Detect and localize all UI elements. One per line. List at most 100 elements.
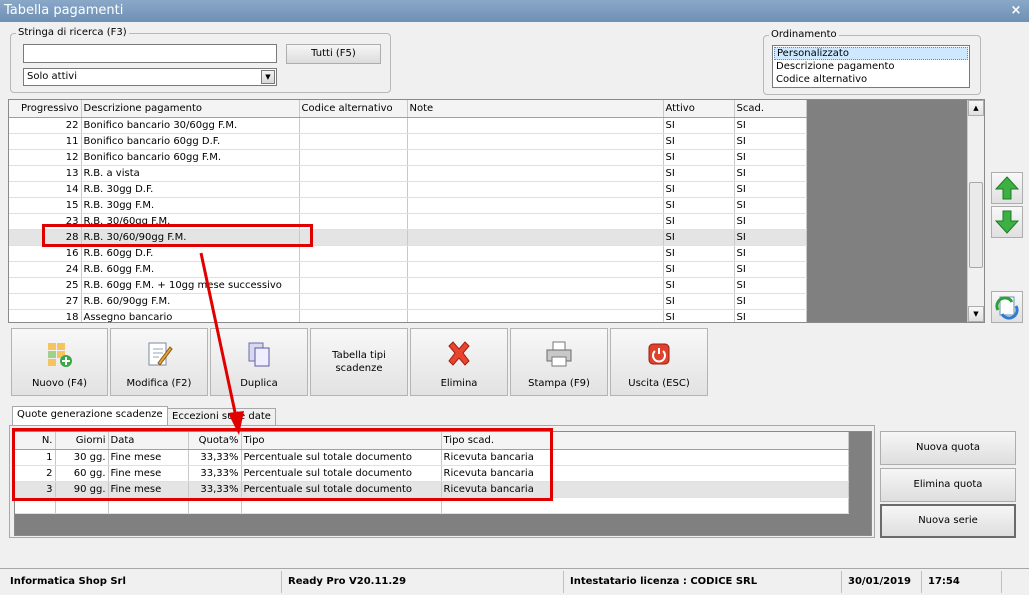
exit-button[interactable]: Uscita (ESC): [610, 328, 708, 396]
grid-cell[interactable]: 13: [9, 165, 82, 182]
grid-cell[interactable]: 25: [9, 277, 82, 294]
grid-cell[interactable]: [407, 133, 664, 150]
grid-col-header[interactable]: Note: [407, 100, 664, 118]
grid-cell[interactable]: [299, 309, 408, 322]
deadline-types-button[interactable]: Tabella tipi scadenze: [310, 328, 408, 396]
grid-cell[interactable]: SI: [663, 197, 735, 214]
grid-cell[interactable]: Bonifico bancario 60gg F.M.: [81, 149, 300, 166]
grid-cell[interactable]: SI: [663, 181, 735, 198]
grid-cell[interactable]: [407, 181, 664, 198]
grid-row[interactable]: 13 R.B. a vista SI SI: [9, 165, 807, 182]
grid-cell[interactable]: SI: [734, 165, 807, 182]
grid-cell[interactable]: [407, 165, 664, 182]
new-button[interactable]: Nuovo (F4): [11, 328, 108, 396]
grid-cell[interactable]: [407, 277, 664, 294]
grid-row[interactable]: 25 R.B. 60gg F.M. + 10gg mese successivo S…: [9, 277, 807, 294]
grid-cell[interactable]: [299, 149, 408, 166]
grid-cell[interactable]: SI: [734, 229, 807, 246]
grid-cell[interactable]: Bonifico bancario 30/60gg F.M.: [81, 117, 300, 134]
grid-col-header[interactable]: Attivo: [663, 100, 735, 118]
grid-cell[interactable]: [407, 229, 664, 246]
delete-button[interactable]: Elimina: [410, 328, 508, 396]
grid-cell[interactable]: R.B. 30gg D.F.: [81, 181, 300, 198]
grid-cell[interactable]: SI: [663, 165, 735, 182]
grid-row[interactable]: 12 Bonifico bancario 60gg F.M. SI SI: [9, 149, 807, 166]
grid-row[interactable]: 14 R.B. 30gg D.F. SI SI: [9, 181, 807, 198]
new-series-button[interactable]: Nuova serie: [880, 504, 1016, 538]
new-quota-button[interactable]: Nuova quota: [880, 431, 1016, 465]
grid-cell[interactable]: SI: [734, 309, 807, 322]
grid-cell[interactable]: SI: [663, 133, 735, 150]
close-icon[interactable]: ×: [1009, 4, 1023, 18]
move-up-button[interactable]: [991, 172, 1023, 204]
grid-cell[interactable]: SI: [734, 149, 807, 166]
tab-quotas[interactable]: Quote generazione scadenze: [12, 406, 168, 425]
grid-cell[interactable]: [299, 229, 408, 246]
grid-cell[interactable]: [299, 165, 408, 182]
grid-cell[interactable]: 15: [9, 197, 82, 214]
grid-cell[interactable]: [407, 117, 664, 134]
grid-row[interactable]: 22 Bonifico bancario 30/60gg F.M. SI SI: [9, 117, 807, 134]
grid-cell[interactable]: SI: [663, 261, 735, 278]
grid-cell[interactable]: SI: [734, 261, 807, 278]
delete-quota-button[interactable]: Elimina quota: [880, 468, 1016, 502]
ordering-listbox[interactable]: Personalizzato Descrizione pagamento Cod…: [772, 45, 970, 88]
grid-cell[interactable]: SI: [734, 197, 807, 214]
scroll-down-icon[interactable]: ▼: [968, 306, 984, 322]
grid-cell[interactable]: [299, 117, 408, 134]
grid-cell[interactable]: [407, 245, 664, 262]
grid-cell[interactable]: [407, 293, 664, 310]
filter-select[interactable]: Solo attivi ▼: [23, 68, 277, 86]
ordering-option-description[interactable]: Descrizione pagamento: [774, 60, 968, 73]
grid-cell[interactable]: [299, 181, 408, 198]
scroll-thumb[interactable]: [969, 182, 983, 268]
grid-cell[interactable]: 11: [9, 133, 82, 150]
grid-cell[interactable]: SI: [663, 229, 735, 246]
grid-cell[interactable]: 12: [9, 149, 82, 166]
grid-row[interactable]: 16 R.B. 60gg D.F. SI SI: [9, 245, 807, 262]
grid-row[interactable]: 27 R.B. 60/90gg F.M. SI SI: [9, 293, 807, 310]
grid-cell[interactable]: R.B. 30gg F.M.: [81, 197, 300, 214]
ordering-option-alt-code[interactable]: Codice alternativo: [774, 73, 968, 86]
grid-cell[interactable]: [407, 213, 664, 230]
refresh-button[interactable]: [991, 291, 1023, 323]
grid-scrollbar[interactable]: ▲ ▼: [967, 100, 984, 322]
grid-col-header[interactable]: Codice alternativo: [299, 100, 408, 118]
search-input[interactable]: [23, 44, 277, 63]
grid-cell[interactable]: 27: [9, 293, 82, 310]
grid-cell[interactable]: SI: [734, 181, 807, 198]
scroll-up-icon[interactable]: ▲: [968, 100, 984, 116]
grid-cell[interactable]: SI: [663, 117, 735, 134]
grid-col-header[interactable]: Descrizione pagamento: [81, 100, 300, 118]
grid-cell[interactable]: SI: [734, 133, 807, 150]
grid-col-header[interactable]: Progressivo: [9, 100, 82, 118]
grid-cell[interactable]: [299, 277, 408, 294]
grid-cell[interactable]: SI: [734, 245, 807, 262]
grid-cell[interactable]: SI: [663, 277, 735, 294]
grid-cell[interactable]: [407, 261, 664, 278]
grid-col-header[interactable]: Scad.: [734, 100, 807, 118]
all-button[interactable]: Tutti (F5): [286, 44, 381, 64]
chevron-down-icon[interactable]: ▼: [261, 70, 275, 84]
grid-cell[interactable]: SI: [663, 149, 735, 166]
grid-cell[interactable]: 14: [9, 181, 82, 198]
grid-cell[interactable]: [299, 261, 408, 278]
ordering-option-custom[interactable]: Personalizzato: [774, 47, 968, 60]
move-down-button[interactable]: [991, 206, 1023, 238]
grid-row[interactable]: 15 R.B. 30gg F.M. SI SI: [9, 197, 807, 214]
grid-cell[interactable]: R.B. a vista: [81, 165, 300, 182]
grid-cell[interactable]: [407, 149, 664, 166]
grid-cell[interactable]: 22: [9, 117, 82, 134]
grid-cell[interactable]: SI: [734, 213, 807, 230]
grid-cell[interactable]: SI: [734, 277, 807, 294]
grid-cell[interactable]: [299, 197, 408, 214]
grid-row[interactable]: 24 R.B. 60gg F.M. SI SI: [9, 261, 807, 278]
grid-cell[interactable]: 18: [9, 309, 82, 322]
grid-cell[interactable]: SI: [734, 117, 807, 134]
grid-row[interactable]: 11 Bonifico bancario 60gg D.F. SI SI: [9, 133, 807, 150]
grid-cell[interactable]: SI: [663, 213, 735, 230]
grid-cell[interactable]: 16: [9, 245, 82, 262]
grid-cell[interactable]: [407, 197, 664, 214]
grid-cell[interactable]: [299, 133, 408, 150]
grid-cell[interactable]: SI: [663, 293, 735, 310]
